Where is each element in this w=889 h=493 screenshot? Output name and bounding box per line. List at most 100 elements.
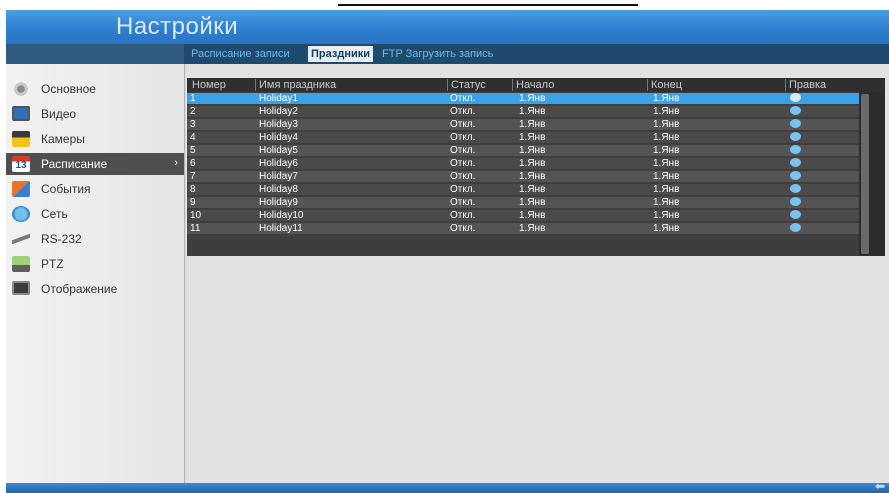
cell-end: 1.Янв: [653, 171, 680, 182]
sidebar-item-events[interactable]: События: [6, 178, 184, 200]
cell-start: 1.Янв: [519, 145, 546, 156]
pencil-icon[interactable]: [790, 210, 801, 219]
table-row[interactable]: 8 Holiday8 Откл. 1.Янв 1.Янв: [187, 184, 859, 195]
cell-end: 1.Янв: [653, 158, 680, 169]
column-header-start: Начало: [512, 79, 554, 91]
cell-number: 7: [190, 171, 196, 182]
cell-number: 8: [190, 184, 196, 195]
cell-number: 4: [190, 132, 196, 143]
sidebar-item-label: События: [41, 182, 91, 196]
column-header-number: Номер: [192, 79, 226, 91]
gear-icon: [12, 81, 30, 97]
pencil-icon[interactable]: [790, 145, 801, 154]
tab-holidays[interactable]: Праздники: [308, 46, 374, 62]
sidebar-item-network[interactable]: Сеть: [6, 203, 184, 225]
cell-number: 9: [190, 197, 196, 208]
cell-holiday-name: Holiday10: [259, 210, 304, 221]
cell-end: 1.Янв: [653, 223, 680, 234]
sidebar-item-cameras[interactable]: Камеры: [6, 128, 184, 150]
cell-holiday-name: Holiday1: [259, 93, 298, 104]
cell-start: 1.Янв: [519, 132, 546, 143]
top-edge-line: [338, 4, 638, 6]
table-row[interactable]: 3 Holiday3 Откл. 1.Янв 1.Янв: [187, 119, 859, 130]
cell-status: Откл.: [450, 158, 476, 169]
cell-holiday-name: Holiday2: [259, 106, 298, 117]
holiday-table: Номер Имя праздника Статус Начало Конец …: [187, 78, 885, 256]
sidebar-item-label: RS-232: [41, 232, 82, 246]
monitor-icon: [12, 106, 30, 121]
cell-holiday-name: Holiday5: [259, 145, 298, 156]
sidebar-item-label: Видео: [41, 107, 77, 121]
table-row[interactable]: 4 Holiday4 Откл. 1.Янв 1.Янв: [187, 132, 859, 143]
cell-start: 1.Янв: [519, 197, 546, 208]
table-scrollbar[interactable]: [859, 92, 885, 256]
pencil-icon[interactable]: [790, 184, 801, 193]
pencil-icon[interactable]: [790, 158, 801, 167]
cell-number: 3: [190, 119, 196, 130]
cell-number: 5: [190, 145, 196, 156]
page-title: Настройки: [116, 13, 239, 40]
sidebar-item-label: PTZ: [41, 257, 64, 271]
sidebar-item-general[interactable]: Основное: [6, 78, 184, 100]
table-row[interactable]: 10 Holiday10 Откл. 1.Янв 1.Янв: [187, 210, 859, 221]
sidebar: Основное Видео Камеры 13 Расписание › Со…: [6, 64, 185, 483]
camera-icon: [12, 131, 30, 147]
settings-window: Настройки Расписание записи Праздники FT…: [6, 10, 889, 493]
cell-holiday-name: Holiday7: [259, 171, 298, 182]
cell-start: 1.Янв: [519, 223, 546, 234]
tab-bar-left-spacer: [6, 44, 184, 64]
pencil-icon[interactable]: [790, 223, 801, 232]
pencil-icon[interactable]: [790, 171, 801, 180]
column-header-end: Конец: [647, 79, 682, 91]
sidebar-item-label: Основное: [41, 82, 96, 96]
ptz-camera-icon: [12, 256, 30, 272]
tab-ftp-upload[interactable]: FTP Загрузить запись: [379, 46, 496, 62]
table-row[interactable]: 7 Holiday7 Откл. 1.Янв 1.Янв: [187, 171, 859, 182]
calendar-icon: 13: [12, 156, 30, 172]
table-row[interactable]: 1 Holiday1 Откл. 1.Янв 1.Янв: [187, 93, 859, 104]
sidebar-item-rs232[interactable]: RS-232: [6, 228, 184, 250]
cell-end: 1.Янв: [653, 184, 680, 195]
table-row[interactable]: 11 Holiday11 Откл. 1.Янв 1.Янв: [187, 223, 859, 234]
table-row[interactable]: 9 Holiday9 Откл. 1.Янв 1.Янв: [187, 197, 859, 208]
cell-start: 1.Янв: [519, 184, 546, 195]
bottom-bar: ⬅: [6, 479, 889, 493]
tab-record-schedule[interactable]: Расписание записи: [188, 46, 293, 62]
cell-start: 1.Янв: [519, 106, 546, 117]
pencil-icon[interactable]: [790, 119, 801, 128]
column-header-edit: Правка: [785, 79, 826, 91]
sidebar-item-schedule[interactable]: 13 Расписание ›: [6, 153, 184, 175]
cell-holiday-name: Holiday8: [259, 184, 298, 195]
table-row[interactable]: 2 Holiday2 Откл. 1.Янв 1.Янв: [187, 106, 859, 117]
cell-status: Откл.: [450, 119, 476, 130]
scrollbar-thumb[interactable]: [861, 94, 869, 254]
cell-end: 1.Янв: [653, 132, 680, 143]
cell-status: Откл.: [450, 145, 476, 156]
pencil-icon[interactable]: [790, 106, 801, 115]
cell-end: 1.Янв: [653, 93, 680, 104]
back-arrow-icon[interactable]: ⬅: [875, 479, 885, 493]
pencil-icon[interactable]: [790, 93, 801, 102]
pencil-icon[interactable]: [790, 132, 801, 141]
sidebar-item-label: Расписание: [41, 157, 108, 171]
sidebar-item-ptz[interactable]: PTZ: [6, 253, 184, 275]
cell-status: Откл.: [450, 197, 476, 208]
content-panel: Номер Имя праздника Статус Начало Конец …: [185, 64, 889, 483]
cell-start: 1.Янв: [519, 210, 546, 221]
cell-start: 1.Янв: [519, 158, 546, 169]
events-icon: [12, 181, 30, 197]
column-header-name: Имя праздника: [255, 79, 336, 91]
tab-bar: Расписание записи Праздники FTP Загрузит…: [6, 44, 889, 64]
table-row[interactable]: 5 Holiday5 Откл. 1.Янв 1.Янв: [187, 145, 859, 156]
sidebar-item-display[interactable]: Отображение: [6, 278, 184, 300]
table-row[interactable]: 6 Holiday6 Откл. 1.Янв 1.Янв: [187, 158, 859, 169]
pencil-icon[interactable]: [790, 197, 801, 206]
cell-start: 1.Янв: [519, 119, 546, 130]
column-header-status: Статус: [447, 79, 486, 91]
sidebar-item-video[interactable]: Видео: [6, 103, 184, 125]
cell-number: 11: [190, 223, 201, 234]
cell-end: 1.Янв: [653, 197, 680, 208]
cell-status: Откл.: [450, 184, 476, 195]
title-bar: Настройки: [6, 10, 889, 44]
cell-status: Откл.: [450, 210, 476, 221]
